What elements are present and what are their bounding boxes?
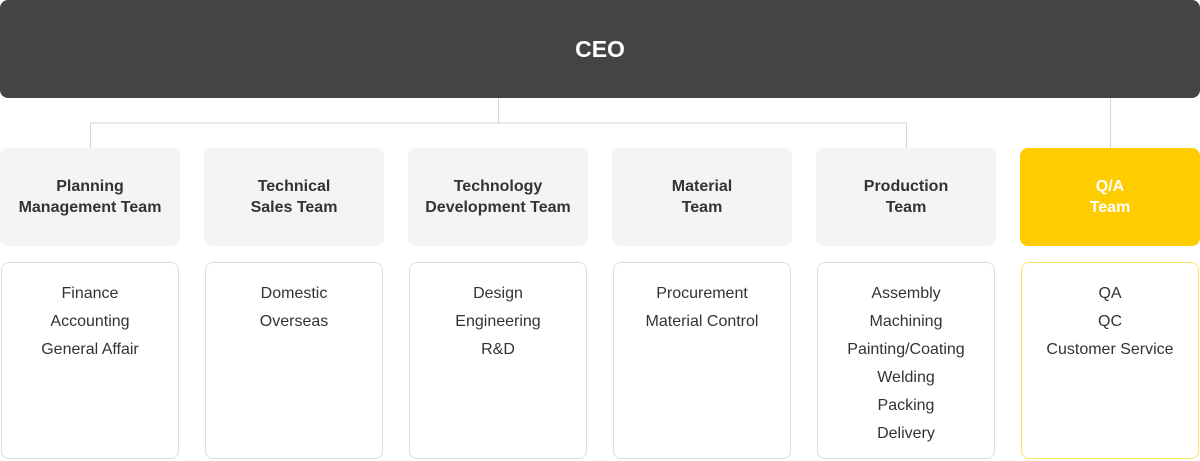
duty-item: Painting/Coating	[847, 341, 965, 358]
duty-item: Accounting	[50, 313, 130, 330]
team-title-line2: Sales Team	[250, 199, 338, 216]
duty-item: QA	[1098, 285, 1122, 302]
duty-item: Material Control	[645, 313, 759, 330]
duty-item: General Affair	[41, 341, 139, 358]
duty-item: Design	[473, 285, 523, 302]
duty-item: Domestic	[260, 285, 328, 302]
duties-box-qa: QA QC Customer Service	[1021, 262, 1199, 459]
team-title-line2: Management Team	[18, 199, 162, 216]
team-title-line1: Production	[863, 178, 949, 195]
team-box-material: Material Team	[612, 148, 792, 246]
duty-item: QC	[1098, 313, 1122, 330]
duty-item: Welding	[877, 369, 935, 386]
duty-item: R&D	[481, 341, 515, 358]
team-box-qa: Q/A Team	[1020, 148, 1200, 246]
duty-item: Assembly	[871, 285, 941, 302]
duty-item: Finance	[61, 285, 119, 302]
duties-box-technical-sales: Domestic Overseas	[205, 262, 383, 459]
team-box-technology-development: Technology Development Team	[408, 148, 588, 246]
duty-item: Procurement	[656, 285, 748, 302]
team-title-line1: Material	[671, 178, 733, 195]
team-title-line1: Technology	[453, 178, 543, 195]
duty-item: Overseas	[259, 313, 329, 330]
duty-item: Packing	[877, 397, 935, 414]
duty-item: Engineering	[455, 313, 541, 330]
ceo-box: CEO	[0, 0, 1200, 98]
team-title-line1: Q/A	[1095, 178, 1125, 195]
duties-box-technology-development: Design Engineering R&D	[409, 262, 587, 459]
duties-box-planning-management: Finance Accounting General Affair	[1, 262, 179, 459]
duty-item: Delivery	[877, 425, 935, 442]
duties-box-material: Procurement Material Control	[613, 262, 791, 459]
team-title-line1: Technical	[257, 178, 331, 195]
team-title-line2: Team	[681, 199, 723, 216]
team-title-line1: Planning	[56, 178, 124, 195]
duty-item: Machining	[869, 313, 943, 330]
team-box-production: Production Team	[816, 148, 996, 246]
team-title-line2: Development Team	[425, 199, 571, 216]
ceo-label: CEO	[575, 35, 625, 62]
team-box-technical-sales: Technical Sales Team	[204, 148, 384, 246]
team-box-planning-management: Planning Management Team	[0, 148, 180, 246]
duty-item: Customer Service	[1046, 341, 1174, 358]
duties-box-production: Assembly Machining Painting/Coating Weld…	[817, 262, 995, 459]
team-title-line2: Team	[1089, 199, 1131, 216]
team-title-line2: Team	[885, 199, 927, 216]
